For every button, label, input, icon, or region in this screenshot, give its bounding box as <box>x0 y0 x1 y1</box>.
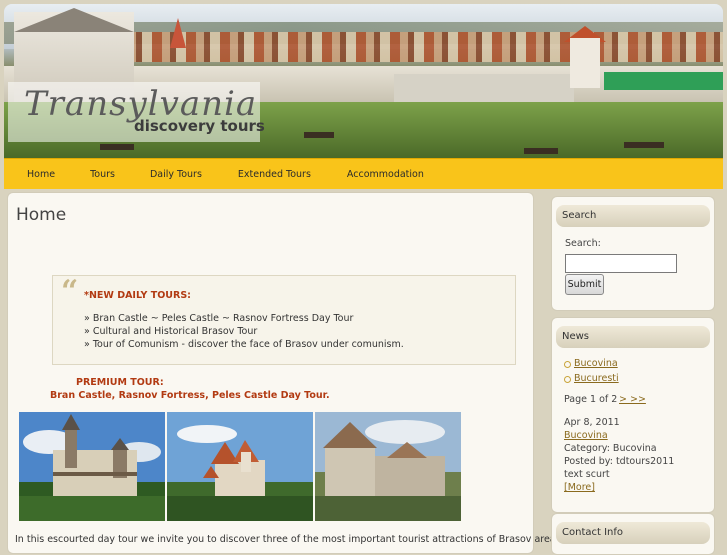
search-heading: Search <box>556 205 710 227</box>
bullet-icon <box>564 376 571 383</box>
news-heading: News <box>556 326 710 348</box>
nav-tours[interactable]: Tours <box>90 169 115 180</box>
nav-extended-tours[interactable]: Extended Tours <box>238 169 311 180</box>
banner-bench <box>624 142 664 148</box>
banner-wall-section <box>394 74 574 102</box>
banner-bench <box>100 144 134 150</box>
news-pager-next[interactable]: > >> <box>619 394 646 405</box>
quote-icon: “ <box>61 274 79 309</box>
bran-castle-photo[interactable] <box>167 412 313 521</box>
search-submit-button[interactable]: Submit <box>565 274 604 295</box>
news-more-link[interactable]: [More] <box>564 482 595 493</box>
rasnov-fortress-photo[interactable] <box>315 412 461 521</box>
site-subtitle: discovery tours <box>134 117 265 135</box>
search-label: Search: <box>565 238 601 249</box>
news-posted-by: Posted by: tdtours2011 <box>564 456 675 467</box>
news-date: Apr 8, 2011 <box>564 417 620 428</box>
search-widget: Search Search: Submit <box>551 196 715 311</box>
news-post-title[interactable]: Bucovina <box>564 430 608 441</box>
banner-bench <box>304 132 334 138</box>
banner-playground <box>604 72 723 90</box>
quote-item: » Cultural and Historical Brasov Tour <box>84 326 258 337</box>
premium-title[interactable]: Bran Castle, Rasnov Fortress, Peles Cast… <box>50 390 330 401</box>
search-input[interactable] <box>565 254 677 273</box>
page-title: Home <box>16 205 67 225</box>
page-wrapper: Transylvania discovery tours Home Tours … <box>4 4 723 189</box>
news-pager-text: Page 1 of 2 <box>564 394 618 405</box>
quote-title: *NEW DAILY TOURS: <box>84 290 191 301</box>
banner-church-roof <box>14 8 134 32</box>
nav-home[interactable]: Home <box>27 169 55 180</box>
intro-paragraph: In this escourted day tour we invite you… <box>15 534 581 545</box>
contact-heading: Contact Info <box>556 522 710 544</box>
news-item-bucuresti[interactable]: Bucuresti <box>574 373 619 384</box>
news-widget: News Bucovina Bucuresti Page 1 of 2 > >>… <box>551 317 715 513</box>
content-panel: Home “ *NEW DAILY TOURS: » Bran Castle ~… <box>7 192 580 554</box>
contact-widget: Contact Info <box>551 513 715 555</box>
banner-bench <box>524 148 558 154</box>
news-quote-box: “ *NEW DAILY TOURS: » Bran Castle ~ Pele… <box>52 274 516 365</box>
quote-item: » Bran Castle ~ Peles Castle ~ Rasnov Fo… <box>84 313 354 324</box>
news-category: Category: Bucovina <box>564 443 657 454</box>
news-excerpt: text scurt <box>564 469 610 480</box>
premium-label: PREMIUM TOUR: <box>76 377 164 388</box>
banner-spire <box>170 18 186 48</box>
quote-item: » Tour of Comunism - discover the face o… <box>84 339 404 350</box>
news-item-bucovina[interactable]: Bucovina <box>574 358 618 369</box>
header-banner: Transylvania discovery tours <box>4 4 723 158</box>
main-nav: Home Tours Daily Tours Extended Tours Ac… <box>4 158 723 189</box>
banner-tower <box>570 38 600 88</box>
nav-daily-tours[interactable]: Daily Tours <box>150 169 202 180</box>
nav-accommodation[interactable]: Accommodation <box>347 169 424 180</box>
peles-castle-photo[interactable] <box>19 412 165 521</box>
bullet-icon <box>564 361 571 368</box>
